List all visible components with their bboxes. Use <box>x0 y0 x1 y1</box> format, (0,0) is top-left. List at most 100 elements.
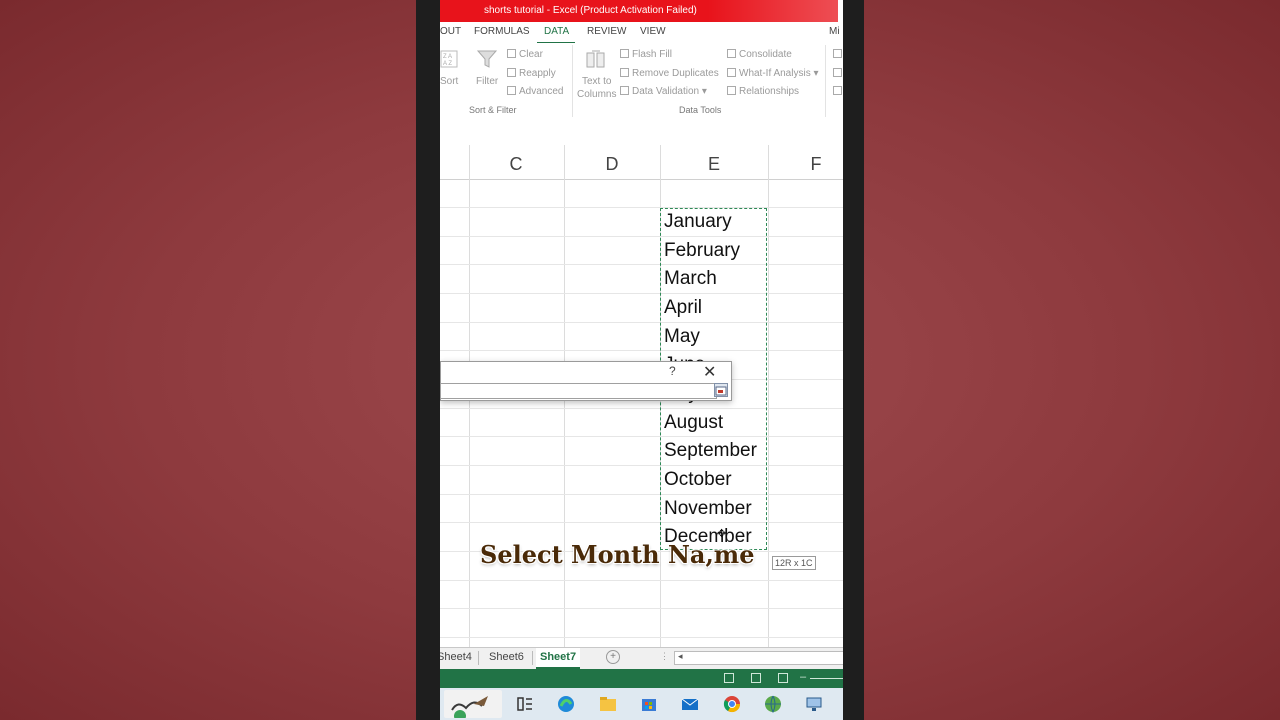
relationships-button[interactable]: Relationships <box>727 86 799 97</box>
tutorial-caption: Select Month Na,me <box>480 540 755 569</box>
text-to-columns-button[interactable]: Text to Columns <box>576 47 618 101</box>
what-if-analysis-icon <box>727 68 736 77</box>
outline-icon[interactable] <box>833 86 842 95</box>
sheet-tab-sheet4[interactable]: Sheet4 <box>440 651 472 663</box>
consolidate-button[interactable]: Consolidate <box>727 49 792 60</box>
add-sheet-icon[interactable]: + <box>606 650 620 664</box>
sheet-tab-bar: Sheet4 Sheet6 Sheet7 + ⋮ ◂ <box>440 647 843 670</box>
sheet-tab-sheet7[interactable]: Sheet7 <box>536 648 581 669</box>
remove-duplicates-button[interactable]: Remove Duplicates <box>620 68 719 79</box>
flash-fill-icon <box>620 49 629 58</box>
title-bar-fade <box>708 0 838 22</box>
horizontal-scrollbar[interactable] <box>674 651 843 665</box>
relationships-label: Relationships <box>739 86 800 97</box>
advanced-label: Advanced <box>519 86 564 97</box>
ribbon-data: Z A A Z Sort Filter Clear Reapply Advanc… <box>440 43 843 122</box>
svg-text:A Z: A Z <box>443 61 452 67</box>
tab-split-handle-icon[interactable]: ⋮ <box>660 651 669 662</box>
range-select-dialog: ? ✕ <box>440 361 732 401</box>
remote-desktop-icon[interactable] <box>804 694 824 714</box>
range-input[interactable] <box>440 383 717 399</box>
tab-layout[interactable]: OUT <box>440 26 461 37</box>
sort-label: Sort <box>440 76 459 87</box>
what-if-analysis-label: What-If Analysis <box>739 68 811 79</box>
ribbon-separator <box>825 45 826 117</box>
grid-line <box>440 580 843 581</box>
clear-button[interactable]: Clear <box>507 49 543 60</box>
page-layout-view-icon[interactable] <box>751 673 761 683</box>
consolidate-icon <box>727 49 736 58</box>
chevron-down-icon: ▾ <box>701 86 707 97</box>
filter-label: Filter <box>476 76 499 87</box>
remove-duplicates-icon <box>620 68 629 77</box>
scroll-left-icon[interactable]: ◂ <box>678 651 683 662</box>
data-validation-button[interactable]: Data Validation ▾ <box>620 86 707 97</box>
tab-view[interactable]: VIEW <box>640 26 666 37</box>
mail-icon[interactable] <box>680 694 700 714</box>
outline-icon[interactable] <box>833 68 842 77</box>
column-header-e[interactable]: E <box>694 154 734 175</box>
sheet-tab-sheet6[interactable]: Sheet6 <box>489 651 524 663</box>
zoom-out-icon[interactable]: – <box>800 671 806 683</box>
clear-filter-icon <box>507 49 516 58</box>
expand-dialog-icon <box>715 386 727 396</box>
title-bar: shorts tutorial - Excel (Product Activat… <box>440 0 838 22</box>
column-header-d[interactable]: D <box>592 154 632 175</box>
reapply-icon <box>507 68 516 77</box>
column-header-c[interactable]: C <box>496 154 536 175</box>
help-button[interactable]: ? <box>669 364 676 378</box>
expand-dialog-button[interactable] <box>714 383 728 397</box>
excel-window: shorts tutorial - Excel (Product Activat… <box>440 0 843 720</box>
grid-line <box>440 350 843 351</box>
windows-taskbar <box>440 688 843 720</box>
what-if-analysis-button[interactable]: What-If Analysis ▾ <box>727 68 819 79</box>
formula-bar[interactable] <box>440 121 843 146</box>
grid-line <box>440 264 843 265</box>
close-button[interactable]: ✕ <box>703 362 716 382</box>
page-break-view-icon[interactable] <box>778 673 788 683</box>
grid-line <box>440 465 843 466</box>
grid-line <box>440 293 843 294</box>
flash-fill-label: Flash Fill <box>632 49 673 60</box>
edge-browser-icon[interactable] <box>556 694 576 714</box>
task-view-icon[interactable] <box>515 694 535 714</box>
tab-formulas[interactable]: FORMULAS <box>474 26 530 37</box>
file-explorer-icon[interactable] <box>598 694 618 714</box>
grid-line <box>768 145 769 647</box>
status-bar: – <box>440 669 843 688</box>
advanced-button[interactable]: Advanced <box>507 86 563 97</box>
grid-line <box>440 408 843 409</box>
data-tools-group-label: Data Tools <box>679 105 722 115</box>
grid-line <box>440 322 843 323</box>
text-to-columns-label-1: Text to <box>582 76 612 87</box>
tab-review[interactable]: REVIEW <box>587 26 626 37</box>
ribbon-tabs: OUT FORMULAS DATA REVIEW VIEW Mi <box>440 22 843 43</box>
chevron-down-icon: ▾ <box>813 68 819 79</box>
text-to-columns-icon <box>586 50 605 68</box>
cross-cursor-icon: ✥ <box>717 528 727 540</box>
filter-button[interactable]: Filter <box>476 47 502 91</box>
grid-line <box>440 207 843 208</box>
outline-icon[interactable] <box>833 49 842 58</box>
store-icon[interactable] <box>639 694 659 714</box>
advanced-filter-icon <box>507 86 516 95</box>
sort-filter-group-label: Sort & Filter <box>469 105 517 115</box>
globe-network-icon[interactable] <box>763 694 783 714</box>
chrome-browser-icon[interactable] <box>722 694 742 714</box>
flash-fill-button[interactable]: Flash Fill <box>620 49 672 60</box>
reapply-button[interactable]: Reapply <box>507 68 556 79</box>
sort-button[interactable]: Z A A Z Sort <box>440 47 462 91</box>
grid-line <box>440 522 843 523</box>
sheet-tab-divider <box>478 651 479 665</box>
birds-logo-icon <box>451 696 488 720</box>
grid-line <box>440 494 843 495</box>
start-button[interactable] <box>444 690 502 720</box>
normal-view-icon[interactable] <box>724 673 734 683</box>
grid-line <box>440 236 843 237</box>
tab-account[interactable]: Mi <box>829 26 840 37</box>
tab-data[interactable]: DATA <box>544 26 569 37</box>
column-header-f[interactable]: F <box>796 154 836 175</box>
zoom-slider[interactable] <box>810 678 843 679</box>
filter-icon <box>477 50 497 68</box>
consolidate-label: Consolidate <box>739 49 792 60</box>
